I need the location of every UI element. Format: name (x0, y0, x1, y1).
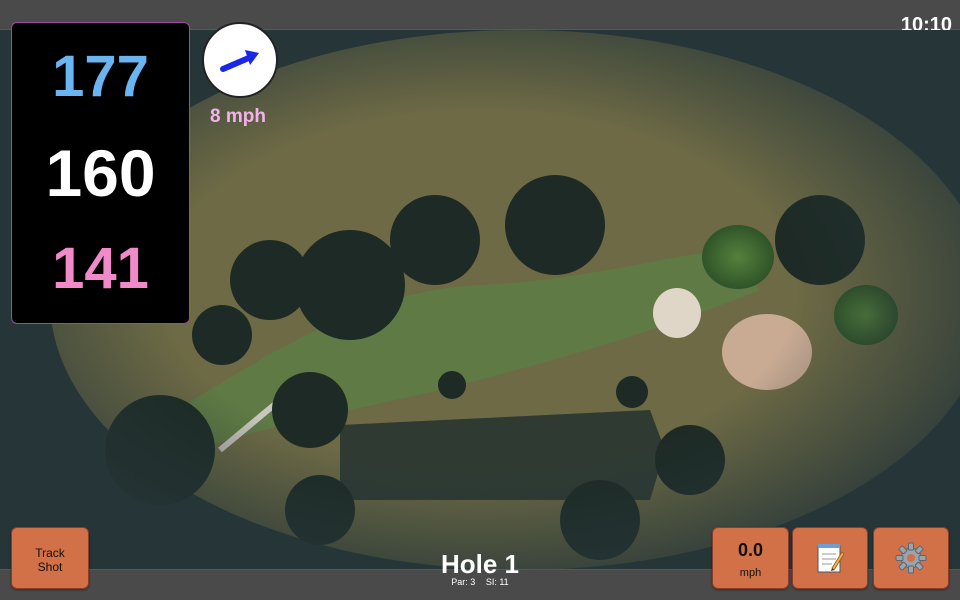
track-shot-label-line2: Shot (37, 560, 63, 574)
notes-button[interactable] (792, 527, 868, 589)
wind-speed: 8 mph (210, 106, 266, 127)
track-shot-button[interactable]: Track Shot (11, 527, 89, 589)
back-distance: 177 (52, 44, 149, 109)
speed-value: 0.0 (737, 540, 764, 560)
middle-distance: 160 (45, 136, 156, 210)
speed-unit: mph (739, 567, 762, 579)
wind-indicator (202, 22, 278, 98)
settings-button[interactable] (873, 527, 949, 589)
distance-panel: 177 160 141 (11, 22, 190, 324)
hole-meta: Par: 3 SI: 11 (380, 577, 580, 587)
hole-stroke-index: SI: 11 (485, 577, 509, 587)
front-distance: 141 (52, 236, 149, 301)
gear-icon (895, 542, 927, 574)
hole-title: Hole 1 (440, 549, 520, 579)
wind-arrow-icon (220, 50, 259, 72)
hole-par: Par: 3 (451, 577, 476, 587)
notepad-icon (817, 544, 845, 573)
speed-button[interactable]: 0.0 mph (712, 527, 789, 589)
track-shot-label-line1: Track (35, 546, 65, 560)
